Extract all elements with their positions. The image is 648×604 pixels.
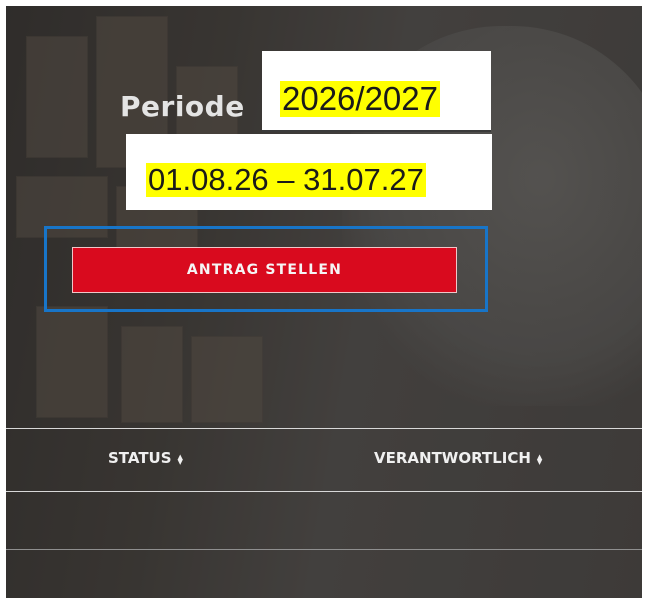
column-header-responsible[interactable]: VERANTWORTLICH ▲ ▼ (374, 449, 542, 467)
period-dates: 01.08.26 – 31.07.27 (146, 162, 426, 197)
table-header: STATUS ▲ ▼ VERANTWORTLICH ▲ ▼ (6, 428, 642, 492)
column-header-label: STATUS (108, 449, 172, 467)
period-year-box: 2026/2027 (262, 51, 491, 132)
hero-section: Periode 2026/2027 01.08.26 – 31.07.27 AN… (6, 6, 642, 598)
column-header-label: VERANTWORTLICH (374, 449, 531, 467)
apply-button[interactable]: ANTRAG STELLEN (72, 247, 457, 293)
column-header-status[interactable]: STATUS ▲ ▼ (108, 449, 183, 467)
sort-icon[interactable]: ▲ ▼ (178, 453, 183, 465)
table-row-divider (6, 549, 642, 550)
period-label: Periode (120, 90, 245, 123)
period-dates-box: 01.08.26 – 31.07.27 (126, 134, 492, 210)
period-year: 2026/2027 (280, 80, 440, 117)
sort-icon[interactable]: ▲ ▼ (537, 453, 542, 465)
